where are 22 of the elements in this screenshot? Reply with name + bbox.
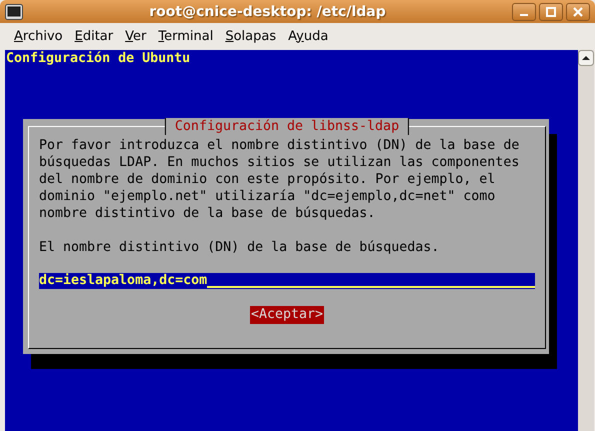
menu-item[interactable]: Archivo <box>8 26 69 46</box>
back-title: Configuración de Ubuntu <box>6 50 192 67</box>
close-icon <box>573 6 583 16</box>
input-field[interactable]: dc=ieslapaloma,dc=com <box>39 273 535 289</box>
menu-item[interactable]: Terminal <box>152 26 220 46</box>
window-title: root@cnice-desktop: /etc/ldap <box>148 4 387 20</box>
dialog-title: Configuración de libnss-ldap <box>164 118 410 135</box>
minimize-icon <box>520 14 528 16</box>
accept-button[interactable]: <Aceptar> <box>250 306 324 324</box>
menu-item[interactable]: Ayuda <box>282 26 334 46</box>
maximize-icon <box>546 6 556 16</box>
close-button[interactable] <box>566 2 590 20</box>
maximize-button[interactable] <box>539 2 563 20</box>
menu-item[interactable]: Editar <box>68 26 120 46</box>
dialog-description: Por favor introduzca el nombre distintivo (DN) de la base de búsquedas LDAP. En muchos sitios se utilizan las componentes del nombre de dominio con este propósito. Por ejemplo, el dominio "ejemplo.net" utilizaría "dc=ejemplo,dc=net" como nombre distintivo de la base de búsquedas. <box>39 137 520 222</box>
minimize-button[interactable] <box>512 2 536 20</box>
scrollbar[interactable] <box>578 50 594 431</box>
menu-item[interactable]: Solapas <box>219 26 282 46</box>
terminal-icon <box>5 4 23 20</box>
scroll-up-icon[interactable] <box>578 50 594 66</box>
prompt-text: El nombre distintivo (DN) de la base de búsquedas. <box>39 239 440 256</box>
menu-item[interactable]: Ver <box>119 26 152 46</box>
